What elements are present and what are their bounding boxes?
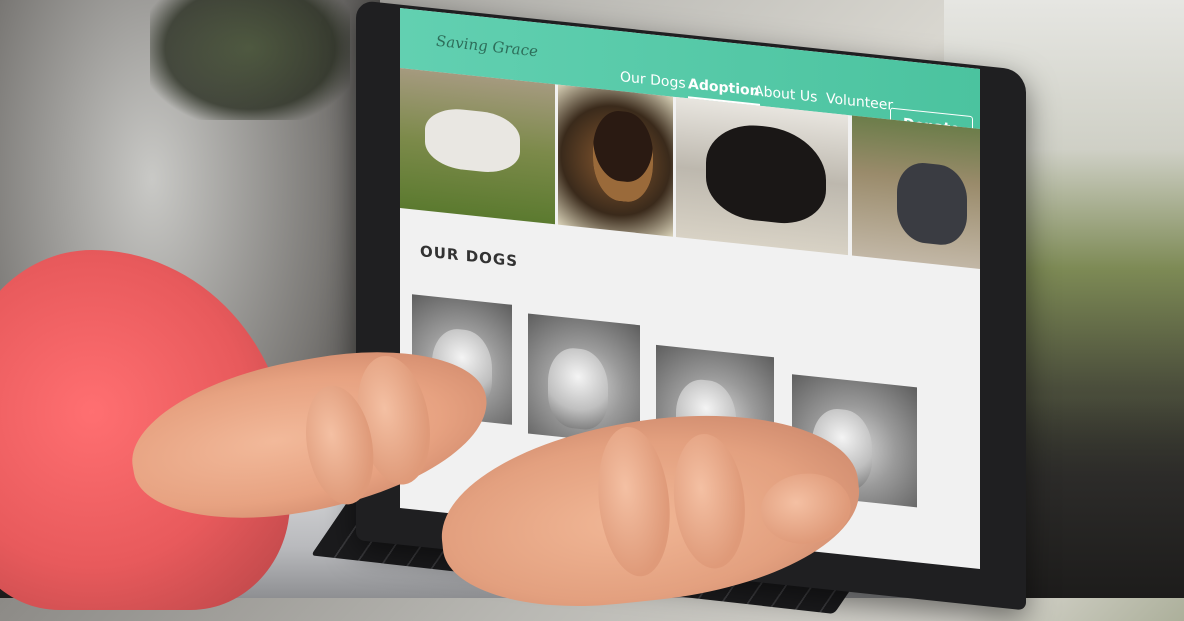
- nav-our-dogs[interactable]: Our Dogs: [620, 69, 686, 92]
- nav-volunteer[interactable]: Volunteer: [826, 91, 893, 114]
- right-hand-finger: [667, 430, 752, 573]
- nav-about-us[interactable]: About Us: [754, 83, 817, 106]
- background-plant: [150, 0, 350, 120]
- section-title: OUR DOGS: [420, 242, 519, 271]
- right-hand-finger: [591, 423, 677, 580]
- hero-photo-pitbull-lying: [852, 115, 980, 269]
- hero-photo-beagle-closeup: [558, 84, 673, 237]
- hero-photo-dog-frisbee: [400, 68, 555, 225]
- hero-photo-black-dog-lying: [676, 97, 848, 256]
- site-brand[interactable]: Saving Grace: [436, 32, 538, 61]
